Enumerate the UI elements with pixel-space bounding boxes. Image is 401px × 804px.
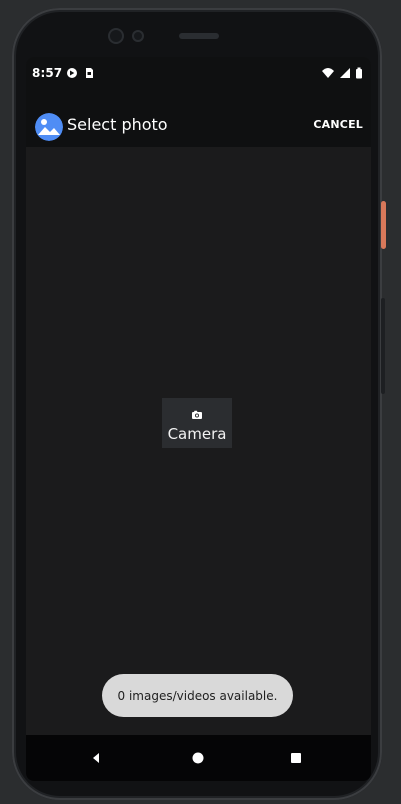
app-bar: Select photo CANCEL (26, 105, 371, 147)
photo-logo-icon (35, 113, 63, 141)
page-title: Select photo (67, 115, 168, 134)
home-icon (191, 750, 205, 769)
back-icon (89, 750, 103, 769)
back-button[interactable] (84, 747, 108, 771)
system-navigation-bar (26, 735, 371, 781)
camera-button[interactable]: Camera (162, 398, 232, 448)
battery-icon (355, 67, 363, 79)
photo-picker-content: Camera (26, 147, 371, 735)
recents-icon (289, 750, 303, 769)
front-camera (108, 28, 124, 44)
cancel-button[interactable]: CANCEL (313, 118, 363, 131)
wifi-icon (321, 67, 335, 79)
status-toast: 0 images/videos available. (102, 674, 293, 717)
status-time: 8:57 (32, 66, 63, 80)
screenshot-page: 8:57 Select photo CANCEL Camera 0 images… (0, 0, 401, 804)
status-left-icons (66, 67, 94, 79)
status-right-icons (321, 67, 363, 79)
phone-screen: 8:57 Select photo CANCEL Camera 0 images… (26, 57, 371, 781)
volume-button (381, 298, 385, 394)
toast-message: 0 images/videos available. (117, 688, 278, 703)
signal-icon (339, 67, 351, 79)
earpiece-speaker (179, 33, 219, 39)
sim-card-icon (84, 67, 94, 79)
play-store-icon (66, 67, 78, 79)
front-sensor (132, 30, 144, 42)
camera-icon (191, 405, 203, 424)
status-bar: 8:57 (26, 57, 371, 105)
camera-label: Camera (167, 425, 227, 443)
home-button[interactable] (186, 747, 210, 771)
recents-button[interactable] (284, 747, 308, 771)
power-button (381, 201, 386, 249)
